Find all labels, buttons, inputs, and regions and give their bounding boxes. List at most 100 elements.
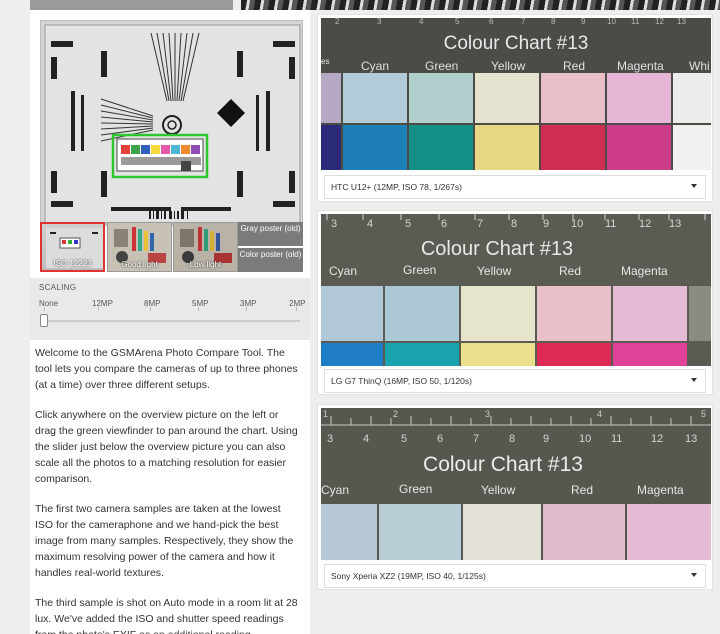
ruler-number: 11 [611, 433, 622, 445]
intro-paragraph: Click anywhere on the overview picture o… [35, 409, 298, 485]
slider-tick [296, 307, 297, 311]
ruler-number: 4 [367, 218, 373, 230]
ruler-number: 7 [521, 18, 526, 26]
swatch-label: Green [399, 482, 432, 496]
slider-tick [198, 307, 199, 311]
gray-poster-button[interactable]: Gray poster (old) [238, 222, 303, 246]
ruler-number: 13 [677, 18, 686, 26]
compare-card-3: 1 2 3 4 5 3 4 5 6 7 8 9 10 11 12 13 Colo… [317, 404, 713, 590]
chart-title: Colour Chart #13 [444, 33, 589, 54]
scale-option-3mp[interactable]: 3MP [240, 299, 256, 308]
scale-option-2mp[interactable]: 2MP [289, 299, 305, 308]
camera-select-value: Sony Xperia XZ2 (19MP, ISO 40, 1/125s) [331, 571, 486, 581]
ruler-number: 5 [401, 433, 407, 445]
ruler-number: 4 [597, 409, 602, 419]
ruler-number: 1 [323, 409, 328, 419]
scaling-control: SCALING None 12MP 8MP 5MP 3MP 2MP [30, 278, 310, 340]
swatch-label: Magenta [637, 483, 684, 497]
chart-title: Colour Chart #13 [421, 238, 573, 260]
scaling-title: SCALING [39, 283, 77, 292]
compare-card-1: 2 3 4 5 6 7 8 9 10 11 12 13 Colour Chart… [317, 14, 713, 202]
camera-select-1[interactable]: HTC U12+ (12MP, ISO 78, 1/267s) [324, 175, 706, 199]
ruler-number: 8 [509, 433, 515, 445]
slider-tick [246, 307, 247, 311]
ruler-number: 3 [485, 409, 490, 419]
ruler-number: 6 [489, 18, 494, 26]
ruler-number: 13 [685, 433, 697, 445]
swatch-label: Cyan [361, 59, 389, 73]
chevron-down-icon [691, 184, 697, 188]
compare-card-2: 3 4 5 6 7 8 9 10 11 12 13 Colour Chart #… [317, 210, 713, 395]
ruler-number: 3 [327, 433, 333, 445]
top-right-image-strip [241, 0, 720, 10]
ruler-number: 6 [437, 433, 443, 445]
top-left-strip [30, 0, 233, 10]
ruler-number: 5 [701, 409, 706, 419]
ruler-number: 7 [477, 218, 483, 230]
thumbnail-label: Good light [121, 260, 158, 269]
ruler-number: 10 [571, 218, 583, 230]
resolution-chart-image[interactable] [41, 21, 303, 226]
ruler-number: 5 [405, 218, 411, 230]
chevron-down-icon [691, 573, 697, 577]
ruler-number: 4 [419, 18, 424, 26]
swatch-label: Yellow [491, 59, 526, 73]
ruler-number: 9 [581, 18, 586, 26]
scale-option-none[interactable]: None [39, 299, 58, 308]
swatch-label: Green [425, 59, 458, 73]
intro-paragraph: Welcome to the GSMArena Photo Compare To… [35, 347, 298, 391]
colour-chart-crop: 2 3 4 5 6 7 8 9 10 11 12 13 Colour Chart… [321, 18, 711, 170]
swatch-label: Whi [689, 59, 710, 73]
scaling-slider-handle[interactable] [40, 314, 48, 327]
ruler-number: 10 [579, 433, 591, 445]
chevron-down-icon [691, 378, 697, 382]
color-poster-button[interactable]: Color poster (old) [238, 248, 303, 272]
thumbnail-label: Low light [189, 260, 222, 269]
ruler-number: 2 [335, 18, 340, 26]
sample-crop-image: 3 4 5 6 7 8 9 10 11 12 13 Colour Chart #… [321, 214, 711, 366]
ruler-number: 11 [631, 18, 640, 26]
scale-option-12mp[interactable]: 12MP [92, 299, 113, 308]
ruler-number: 6 [441, 218, 447, 230]
ruler-number: 3 [377, 18, 382, 26]
ruler-number: 9 [543, 433, 549, 445]
swatch-label: Green [403, 263, 436, 277]
sample-thumbnails: ISO 12223 Good light Low light Gray post… [40, 222, 303, 274]
swatch-label: Red [559, 264, 581, 278]
colour-chart-crop: 3 4 5 6 7 8 9 10 11 12 13 Colour Chart #… [321, 214, 711, 366]
ruler-number: 8 [551, 18, 556, 26]
swatch-label: Red [563, 59, 585, 73]
thumbnail-iso-chart[interactable]: ISO 12223 [40, 222, 105, 272]
intro-paragraph: The first two camera samples are taken a… [35, 503, 294, 579]
camera-select-3[interactable]: Sony Xperia XZ2 (19MP, ISO 40, 1/125s) [324, 564, 706, 588]
left-panel: ISO 12223 Good light Low light Gray post… [30, 10, 310, 634]
sample-crop-image: 1 2 3 4 5 3 4 5 6 7 8 9 10 11 12 13 Colo… [321, 408, 711, 560]
scale-option-5mp[interactable]: 5MP [192, 299, 208, 308]
ruler-number: 8 [511, 218, 517, 230]
scaling-slider-track[interactable] [42, 320, 300, 322]
ruler-number: 13 [669, 218, 681, 230]
chart-title: Colour Chart #13 [423, 453, 583, 476]
scale-option-8mp[interactable]: 8MP [144, 299, 160, 308]
thumbnail-label: ISO 12223 [53, 259, 92, 268]
swatch-label: Red [571, 483, 593, 497]
thumbnail-low-light[interactable]: Low light [173, 222, 238, 272]
thumbnail-good-light[interactable]: Good light [107, 222, 172, 272]
overview-picture[interactable] [40, 20, 303, 226]
swatch-label: Yellow [477, 264, 512, 278]
sample-crop-image: 2 3 4 5 6 7 8 9 10 11 12 13 Colour Chart… [321, 18, 711, 170]
slider-tick [44, 307, 45, 311]
ruler-number: 9 [543, 218, 549, 230]
camera-select-2[interactable]: LG G7 ThinQ (16MP, ISO 50, 1/120s) [324, 369, 706, 393]
slider-tick [150, 307, 151, 311]
swatch-label: Yellow [481, 483, 516, 497]
ruler-number: 12 [639, 218, 651, 230]
ruler-number: 4 [363, 433, 369, 445]
swatch-label: es [321, 57, 329, 66]
ruler-number: 11 [605, 218, 616, 230]
intro-paragraph: The third sample is shot on Auto mode in… [35, 597, 298, 634]
ruler-number: 7 [473, 433, 479, 445]
ruler-number: 12 [655, 18, 664, 26]
ruler-number: 10 [607, 18, 616, 26]
slider-tick [98, 307, 99, 311]
